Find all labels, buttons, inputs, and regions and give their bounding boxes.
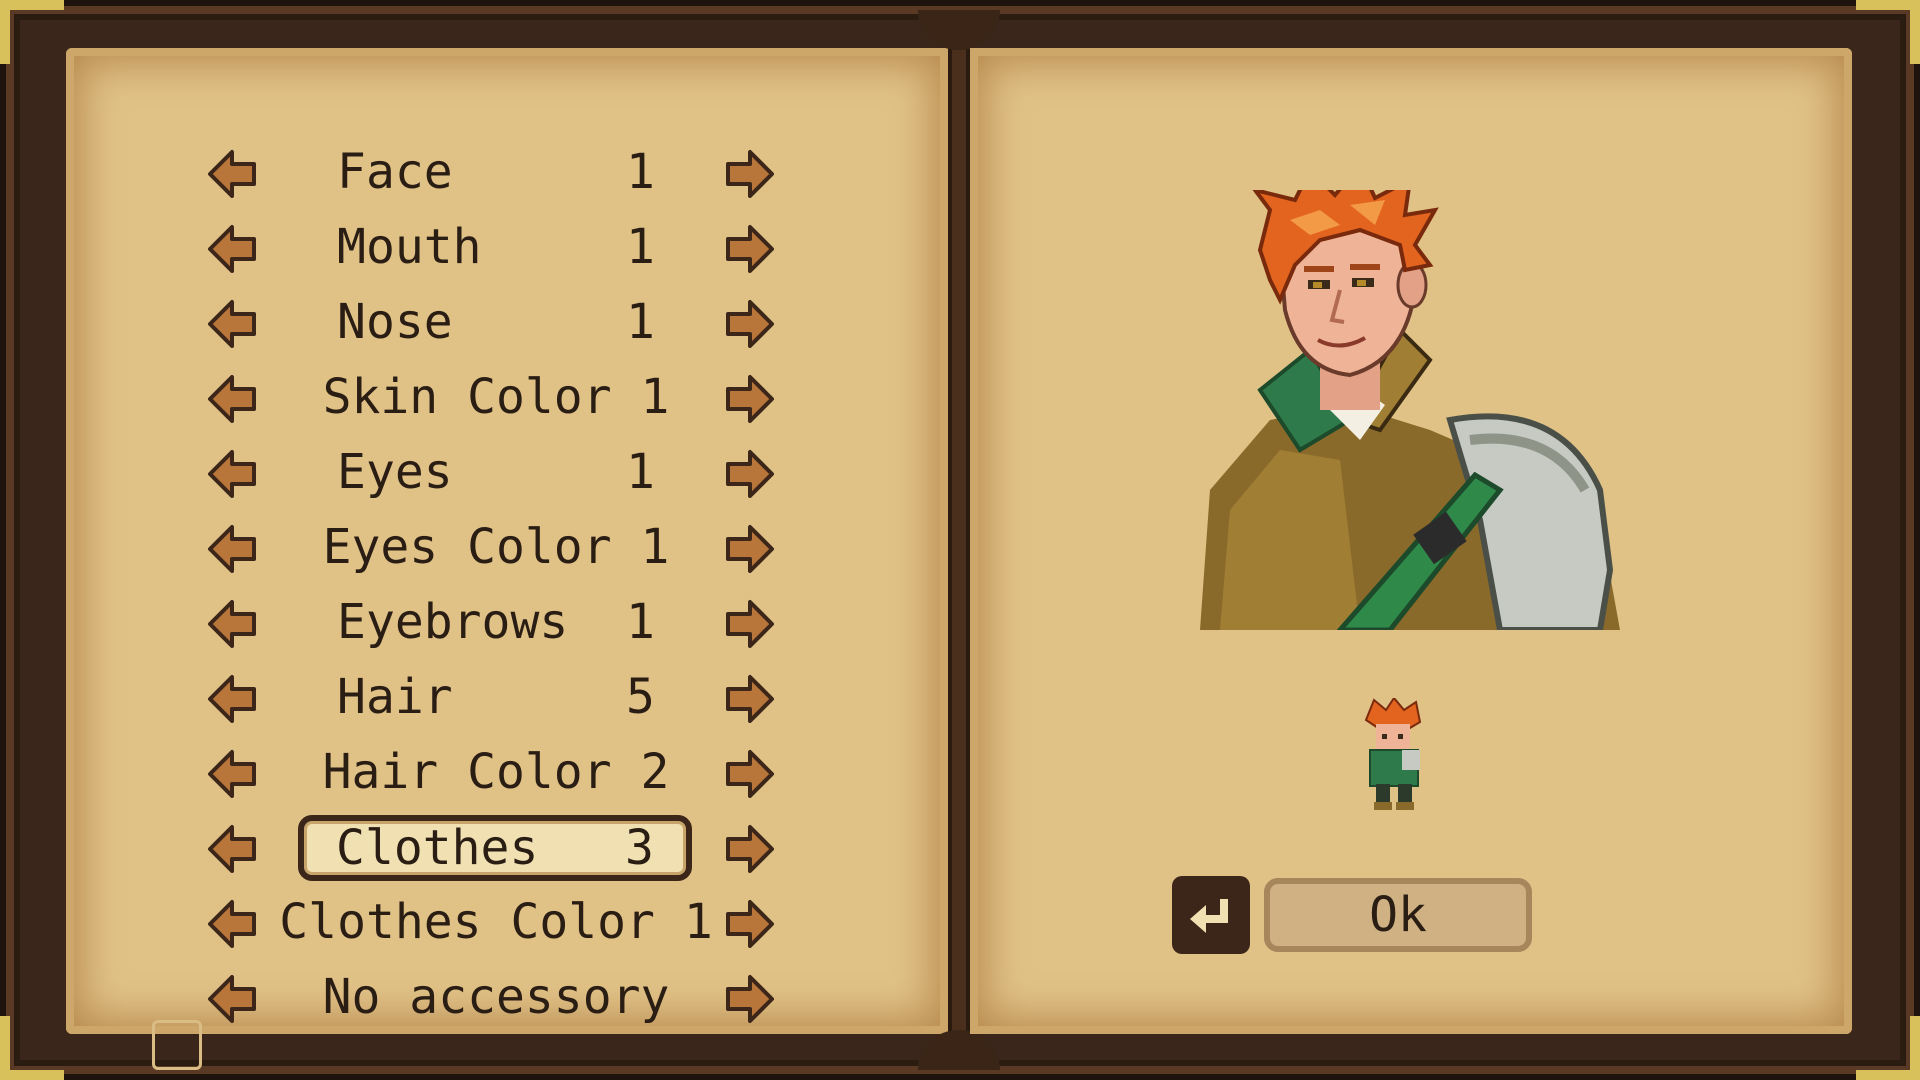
arrow-left-icon[interactable]: [206, 148, 258, 200]
option-label[interactable]: Face 1: [296, 140, 696, 204]
enter-key-icon: [1172, 876, 1250, 954]
option-row: Mouth 1: [66, 215, 948, 290]
arrow-left-icon[interactable]: [206, 298, 258, 350]
option-row: Clothes Color 1: [66, 890, 948, 965]
arrow-left-icon[interactable]: [206, 598, 258, 650]
arrow-right-icon[interactable]: [724, 898, 776, 950]
option-row: Hair 5: [66, 665, 948, 740]
arrow-left-icon[interactable]: [206, 223, 258, 275]
arrow-left-icon[interactable]: [206, 973, 258, 1025]
arrow-right-icon[interactable]: [724, 223, 776, 275]
arrow-right-icon[interactable]: [724, 148, 776, 200]
option-row: Eyes Color 1: [66, 515, 948, 590]
option-label[interactable]: Skin Color 1: [296, 365, 696, 429]
option-row: Hair Color 2: [66, 740, 948, 815]
frame-corner: [0, 1016, 64, 1080]
arrow-right-icon[interactable]: [724, 523, 776, 575]
page-decoration: [152, 1020, 202, 1070]
arrow-right-icon[interactable]: [724, 973, 776, 1025]
option-row: Skin Color 1: [66, 365, 948, 440]
option-label[interactable]: Eyes Color 1: [296, 515, 696, 579]
option-label[interactable]: Eyebrows 1: [296, 590, 696, 654]
arrow-left-icon[interactable]: [206, 448, 258, 500]
arrow-left-icon[interactable]: [206, 748, 258, 800]
option-label-selected[interactable]: Clothes 3: [298, 815, 692, 881]
arrow-right-icon[interactable]: [724, 748, 776, 800]
arrow-right-icon[interactable]: [724, 673, 776, 725]
option-label[interactable]: No accessory: [296, 965, 696, 1029]
option-row: Face 1: [66, 140, 948, 215]
character-sprite: [1364, 698, 1422, 810]
book-spine: [948, 30, 970, 1050]
option-label[interactable]: Mouth 1: [296, 215, 696, 279]
arrow-left-icon[interactable]: [206, 373, 258, 425]
ok-button[interactable]: Ok: [1264, 878, 1532, 952]
arrow-right-icon[interactable]: [724, 598, 776, 650]
option-row: Eyebrows 1: [66, 590, 948, 665]
left-page: Face 1 Mouth 1 Nose 1 Skin Color 1 Eyes 1 Eye…: [66, 48, 948, 1070]
confirm-group: Ok: [1172, 874, 1532, 954]
appearance-options-list: Face 1 Mouth 1 Nose 1 Skin Color 1 Eyes 1 Eye…: [66, 140, 948, 1040]
option-row: Clothes 3: [66, 815, 948, 890]
arrow-left-icon[interactable]: [206, 523, 258, 575]
option-label[interactable]: Hair 5: [296, 665, 696, 729]
arrow-right-icon[interactable]: [724, 373, 776, 425]
arrow-right-icon[interactable]: [724, 298, 776, 350]
frame-corner: [1856, 0, 1920, 64]
arrow-right-icon[interactable]: [724, 448, 776, 500]
arrow-right-icon[interactable]: [724, 823, 776, 875]
frame-corner: [0, 0, 64, 64]
option-row: Nose 1: [66, 290, 948, 365]
option-label[interactable]: Hair Color 2: [296, 740, 696, 804]
character-portrait: [1200, 190, 1620, 630]
option-label[interactable]: Eyes 1: [296, 440, 696, 504]
option-row: Eyes 1: [66, 440, 948, 515]
arrow-left-icon[interactable]: [206, 823, 258, 875]
option-label[interactable]: Nose 1: [296, 290, 696, 354]
frame-corner: [1856, 1016, 1920, 1080]
arrow-left-icon[interactable]: [206, 898, 258, 950]
option-label[interactable]: Clothes Color 1: [279, 890, 712, 954]
arrow-left-icon[interactable]: [206, 673, 258, 725]
